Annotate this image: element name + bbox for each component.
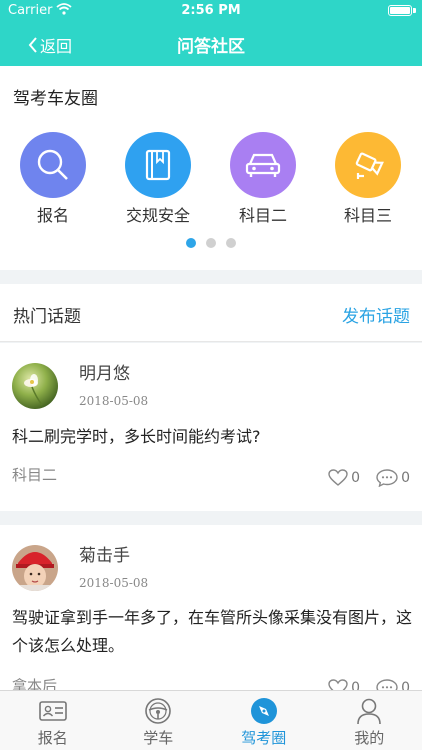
book-icon	[125, 132, 191, 198]
category-subject-two[interactable]: 科目二	[213, 132, 313, 226]
comment-icon	[376, 469, 398, 487]
category-signup[interactable]: 报名	[3, 132, 103, 226]
comment-icon	[376, 679, 398, 690]
category-subject-three[interactable]: 科目三	[318, 132, 418, 226]
page-title: 问答社区	[177, 37, 245, 57]
category-label: 交规安全	[125, 206, 190, 225]
avatar[interactable]	[12, 363, 58, 409]
tab-learn-driving[interactable]: 学车	[106, 691, 212, 750]
tab-label: 学车	[143, 729, 174, 747]
comment-count: 0	[401, 470, 410, 486]
like-count: 0	[351, 680, 360, 690]
comment-button[interactable]: 0	[376, 469, 410, 487]
publish-topic-button[interactable]: 发布话题	[342, 302, 410, 327]
like-button[interactable]: 0	[328, 679, 360, 690]
circle-section: 驾考车友圈 报名 交规安全 科目二 科目三	[0, 66, 422, 270]
compass-icon	[211, 696, 317, 726]
page-dot[interactable]	[206, 238, 216, 248]
post-username[interactable]: 明月悠	[79, 359, 130, 384]
tab-label: 驾考圈	[241, 729, 287, 747]
category-label: 科目二	[238, 206, 287, 225]
post-tag[interactable]: 科目二	[12, 464, 57, 485]
comment-count: 0	[401, 680, 410, 690]
category-label: 报名	[36, 206, 69, 225]
battery-tip	[413, 8, 416, 13]
user-icon	[317, 696, 422, 726]
tab-bar: 报名 学车 驾考圈 我的	[0, 690, 422, 750]
page-dot[interactable]	[226, 238, 236, 248]
hot-topics-header: 热门话题 发布话题	[0, 284, 422, 342]
post-item[interactable]: 菊击手 2018-05-08 驾驶证拿到手一年多了，在车管所头像采集没有图片，这…	[0, 525, 422, 690]
like-count: 0	[351, 470, 360, 486]
camera-icon	[335, 132, 401, 198]
like-button[interactable]: 0	[328, 469, 360, 487]
heart-icon	[328, 679, 348, 690]
car-icon	[230, 132, 296, 198]
category-label: 科目三	[343, 206, 392, 225]
app-header: Carrier 2:56 PM 返回 问答社区	[0, 0, 422, 66]
tab-driving-circle[interactable]: 驾考圈	[211, 691, 317, 750]
hot-topics-title: 热门话题	[13, 307, 81, 327]
page-indicator[interactable]	[0, 238, 422, 248]
search-icon	[20, 132, 86, 198]
nav-bar: 返回 问答社区	[0, 22, 422, 66]
tab-signup[interactable]: 报名	[0, 691, 106, 750]
tab-label: 我的	[354, 729, 385, 747]
post-item[interactable]: 明月悠 2018-05-08 科二刷完学时，多长时间能约考试? 科目二 0 0	[0, 343, 422, 511]
post-username[interactable]: 菊击手	[79, 541, 130, 566]
page-dot[interactable]	[186, 238, 196, 248]
status-time: 2:56 PM	[181, 3, 241, 18]
status-bar: Carrier 2:56 PM	[0, 0, 422, 22]
post-date: 2018-05-08	[79, 576, 149, 590]
avatar[interactable]	[12, 545, 58, 591]
category-traffic-safety[interactable]: 交规安全	[108, 132, 208, 226]
post-content[interactable]: 科二刷完学时，多长时间能约考试?	[12, 423, 412, 451]
tab-label: 报名	[37, 729, 68, 747]
steering-wheel-icon	[106, 696, 212, 726]
heart-icon	[328, 469, 348, 486]
battery-icon	[388, 5, 412, 16]
post-tag[interactable]: 拿本后	[12, 675, 57, 690]
post-content[interactable]: 驾驶证拿到手一年多了，在车管所头像采集没有图片，这个该怎么处理。	[12, 604, 412, 660]
post-date: 2018-05-08	[79, 394, 149, 408]
tab-mine[interactable]: 我的	[317, 691, 422, 750]
circle-section-title: 驾考车友圈	[13, 89, 98, 109]
comment-button[interactable]: 0	[376, 679, 410, 690]
id-card-icon	[0, 696, 106, 726]
